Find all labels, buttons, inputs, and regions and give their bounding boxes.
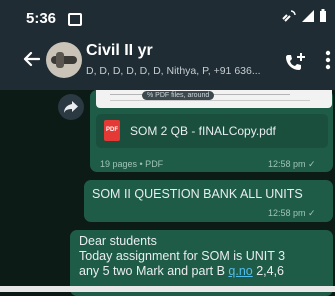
preview-tooltip: % PDF files, around: [142, 91, 215, 100]
forward-icon: [64, 101, 78, 113]
status-icons: [281, 9, 327, 23]
notification-icon: [68, 13, 82, 26]
chat-members[interactable]: D, D, D, D, D, D, Nithya, P, +91 636...: [86, 65, 276, 77]
status-time: 5:36: [26, 10, 57, 27]
more-options-button[interactable]: [325, 50, 331, 75]
add-call-button[interactable]: [284, 52, 306, 77]
status-bar: 5:36: [0, 0, 335, 34]
message-text-line: Dear students: [79, 234, 157, 248]
message-text-line: any 5 two Mark and part B q.no 2,4,6: [79, 264, 284, 278]
back-button[interactable]: [22, 51, 41, 72]
message-text: SOM II QUESTION BANK ALL UNITS: [92, 187, 303, 201]
document-preview[interactable]: [96, 90, 332, 108]
message-text-fragment: any 5 two Mark and part B: [79, 264, 229, 278]
battery-icon: [320, 9, 326, 22]
group-avatar[interactable]: [46, 42, 82, 78]
signal-icon: [302, 10, 314, 22]
chat-title[interactable]: Civil II yr: [86, 42, 153, 60]
chat-header: Civil II yr D, D, D, D, D, D, Nithya, P,…: [0, 34, 335, 90]
message-text-fragment: 2,4,6: [252, 264, 285, 278]
arrow-left-icon: [23, 51, 41, 67]
bottom-edge: [0, 286, 335, 292]
message-time: 12:58 pm ✓: [268, 208, 316, 218]
message-link[interactable]: q.no: [228, 264, 252, 278]
chat-messages[interactable]: % PDF files, around PDF SOM 2 QB - fINAL…: [0, 90, 335, 296]
file-meta: 19 pages • PDF: [100, 159, 164, 169]
file-attachment[interactable]: PDF SOM 2 QB - fINALCopy.pdf: [96, 114, 328, 148]
pdf-file-icon: PDF: [104, 120, 120, 141]
forward-button[interactable]: [58, 94, 84, 120]
add-call-icon: [286, 53, 305, 70]
message-text-line: Today assignment for SOM is UNIT 3: [79, 249, 286, 263]
wifi-calling-icon: [282, 10, 296, 22]
message-time: 12:58 pm ✓: [268, 159, 316, 169]
file-name: SOM 2 QB - fINALCopy.pdf: [130, 124, 276, 138]
more-vertical-icon: [325, 50, 331, 70]
